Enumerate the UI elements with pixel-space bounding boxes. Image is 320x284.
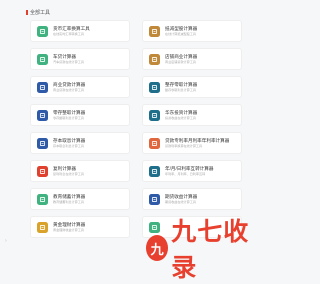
tool-subtitle: 零存整取利息计算工具	[53, 116, 84, 120]
watermark-logo: 九	[146, 235, 169, 261]
tool-subtitle: 教育储蓄利息计算工具	[53, 200, 84, 204]
tool-subtitle: 存本取息利息计算工具	[53, 144, 84, 148]
tool-subtitle: 商业贷款在线计算工具	[53, 88, 84, 92]
tool-card[interactable]: 教育储蓄计算器 教育储蓄利息计算工具	[30, 188, 130, 210]
chart-icon	[149, 109, 160, 121]
tool-title: 教育储蓄计算器	[53, 193, 86, 199]
tool-subtitle: 投资收益在线计算工具	[165, 116, 196, 120]
currency-icon	[37, 25, 48, 37]
tool-title: 复利计算器	[53, 165, 76, 171]
tool-title: 店铺商业计算器	[165, 53, 198, 59]
tool-subtitle: 整存零取利息计算工具	[165, 88, 196, 92]
tool-card[interactable]: 整存零取计算器 整存零取利息计算工具	[142, 76, 242, 98]
tool-title: 年/月/日利率互转计算器	[165, 165, 214, 171]
loan-icon	[37, 81, 48, 93]
tool-card[interactable]: 车贷计算器 汽车贷款在线计算工具	[30, 48, 130, 70]
tool-title: 商业贷款计算器	[53, 81, 86, 87]
interest-icon	[37, 137, 48, 149]
percent-icon	[149, 137, 160, 149]
tool-title: 零存整取计算器	[53, 109, 86, 115]
tool-subtitle: 贷款利率换算在线计算工具	[165, 144, 203, 148]
tool-card[interactable]: 商业贷款计算器 商业贷款在线计算工具	[30, 76, 130, 98]
tool-subtitle: 复利利息在线计算工具	[53, 172, 84, 176]
stamp-icon	[149, 25, 160, 37]
education-icon	[37, 193, 48, 205]
tool-subtitle: 商业店铺贷款计算工具	[165, 60, 196, 64]
savings-icon	[37, 109, 48, 121]
tool-title: 期货收益计算器	[165, 193, 198, 199]
futures-icon	[149, 193, 160, 205]
tool-card[interactable]: 零存整取计算器 零存整取利息计算工具	[30, 104, 130, 126]
tool-title: 货币汇率换算工具	[53, 25, 90, 31]
expand-arrow-icon[interactable]: ›	[5, 238, 7, 244]
tool-title: 贷款专利率月利率年利率计算器	[165, 137, 230, 143]
tool-card[interactable]: 期货收益计算器 期货收益在线计算工具	[142, 188, 242, 210]
tool-card[interactable]: 抵减型股计算器 在线计算抵减型股工具	[142, 20, 242, 42]
tool-title: 整存零取计算器	[165, 81, 198, 87]
tool-title: 黄金理财计算器	[53, 221, 86, 227]
tool-title: 抵减型股计算器	[165, 25, 198, 31]
tool-card[interactable]: 存本取息计算器 存本取息利息计算工具	[30, 132, 130, 154]
car-icon	[37, 53, 48, 65]
tool-card[interactable]: 贷款专利率月利率年利率计算器 贷款利率换算在线计算工具	[142, 132, 242, 154]
compound-icon	[37, 165, 48, 177]
tool-card[interactable]: 货币汇率换算工具 在线实时汇率转换工具	[30, 20, 130, 42]
tool-subtitle: 黄金理财收益计算工具	[53, 228, 84, 232]
shop-icon	[149, 53, 160, 65]
watermark: 九 九七收录	[146, 212, 260, 284]
section-title: 全部工具	[25, 10, 51, 16]
tools-grid: 货币汇率换算工具 在线实时汇率转换工具 抵减型股计算器 在线计算抵减型股工具 车贷计算器…	[30, 20, 242, 238]
tool-card[interactable]: 复利计算器 复利利息在线计算工具	[30, 160, 130, 182]
tool-title: 存本取息计算器	[53, 137, 86, 143]
tool-title: 华东投资计算器	[165, 109, 198, 115]
convert-icon	[149, 165, 160, 177]
deposit-icon	[149, 81, 160, 93]
tool-subtitle: 期货收益在线计算工具	[165, 200, 196, 204]
watermark-text: 九七收录	[171, 217, 250, 282]
tool-subtitle: 汽车贷款在线计算工具	[53, 60, 84, 64]
tool-subtitle: 在线实时汇率转换工具	[53, 32, 84, 36]
tool-title: 车贷计算器	[53, 53, 76, 59]
tool-subtitle: 年利率、月利率、日利率互转	[165, 172, 206, 176]
gold-icon	[37, 221, 48, 233]
tool-card[interactable]: 店铺商业计算器 商业店铺贷款计算工具	[142, 48, 242, 70]
tool-card[interactable]: 黄金理财计算器 黄金理财收益计算工具	[30, 216, 130, 238]
tool-card[interactable]: 华东投资计算器 投资收益在线计算工具	[142, 104, 242, 126]
tool-subtitle: 在线计算抵减型股工具	[165, 32, 196, 36]
tool-card[interactable]: 年/月/日利率互转计算器 年利率、月利率、日利率互转	[142, 160, 242, 182]
